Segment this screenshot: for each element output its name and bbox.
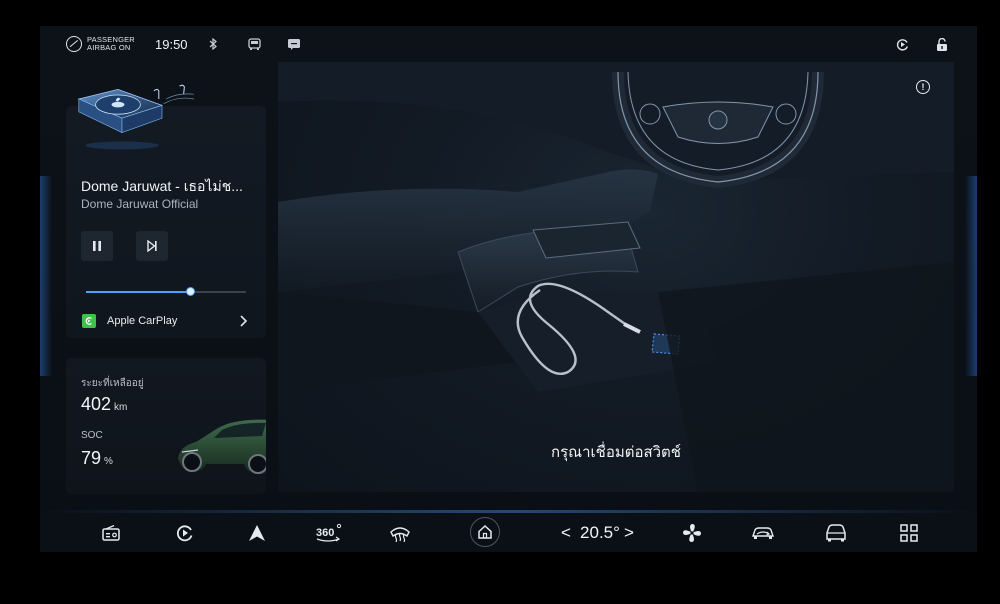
apps-grid-icon [900,523,918,542]
airbag-icon [66,36,82,52]
svg-text:360: 360 [316,527,334,539]
chevron-right-icon: > [624,522,634,542]
lock-icon[interactable] [936,26,948,62]
message-icon [288,26,300,62]
progress-fill [86,291,190,293]
defrost-button[interactable] [388,513,412,552]
navigation-icon [249,524,265,541]
fan-button[interactable] [680,513,704,552]
airbag-status: PASSENGER AIRBAG ON [66,26,135,62]
range-value: 402 km [81,394,128,414]
media-play-icon [176,525,193,541]
airbag-line2: AIRBAG ON [87,43,131,52]
connect-switch-instruction: กรุณาเชื่อมต่อสวิตช์ [551,444,681,461]
car-settings-button[interactable] [824,513,848,552]
media-button[interactable] [174,513,196,552]
skip-next-icon [147,240,157,252]
soc-value: 79% [81,448,113,468]
clock: 19:50 [155,36,188,52]
radio-button[interactable] [100,513,122,552]
playback-progress-bar[interactable] [86,287,246,296]
temp-decrease-button[interactable]: < [560,513,572,552]
bluetooth-icon [208,26,218,62]
soc-unit: % [104,456,113,467]
home-icon [478,524,492,539]
chevron-left-icon: < [561,522,571,542]
info-icon[interactable]: ! [916,80,930,94]
car-settings-icon [826,523,846,541]
car-image [178,419,266,474]
home-button[interactable] [470,517,500,547]
main-content-area: ! กรุณาเชื่อมต่อสวิตช์ [278,62,954,492]
song-artist: Dome Jaruwat Official [81,197,199,211]
progress-knob[interactable] [186,287,195,296]
carplay-icon [82,314,96,328]
chevron-right-icon[interactable] [238,314,248,328]
edge-glow-left [40,176,52,376]
recirculation-button[interactable] [750,513,776,552]
carplay-label[interactable]: Apple CarPlay [107,315,177,327]
temperature-display: 20.5° [580,522,620,542]
temp-increase-button[interactable]: > [623,513,635,552]
infotainment-screen: PASSENGER AIRBAG ON 19:50 Dome Jaruwat -… [40,26,977,552]
range-unit: km [114,402,128,413]
camera-360-button[interactable]: 360 [316,513,342,552]
status-bar: PASSENGER AIRBAG ON 19:50 [40,26,977,62]
apps-button[interactable] [898,513,920,552]
vehicle-status-card[interactable]: ระยะที่เหลืออยู่ 402 km SOC 79% [66,358,266,494]
edge-glow-right [965,176,977,376]
camera-360-icon: 360 [316,523,342,542]
recirculation-icon [752,526,774,539]
fan-icon [683,523,701,542]
playback-icon[interactable] [896,26,909,62]
car-interior-illustration [278,62,954,492]
radio-icon [102,524,120,541]
music-player-illustration [77,84,194,150]
range-label: ระยะที่เหลืออยู่ [81,378,144,389]
bottom-dock: 360 < 20.5° > [40,513,977,552]
car-status-icon [248,26,261,62]
pause-icon [93,241,101,251]
soc-label: SOC [81,430,103,441]
song-title[interactable]: Dome Jaruwat - เธอไม่ช... [81,176,243,198]
defrost-icon [390,526,410,542]
navigation-button[interactable] [246,513,268,552]
next-track-button[interactable] [136,231,168,261]
pause-button[interactable] [81,231,113,261]
